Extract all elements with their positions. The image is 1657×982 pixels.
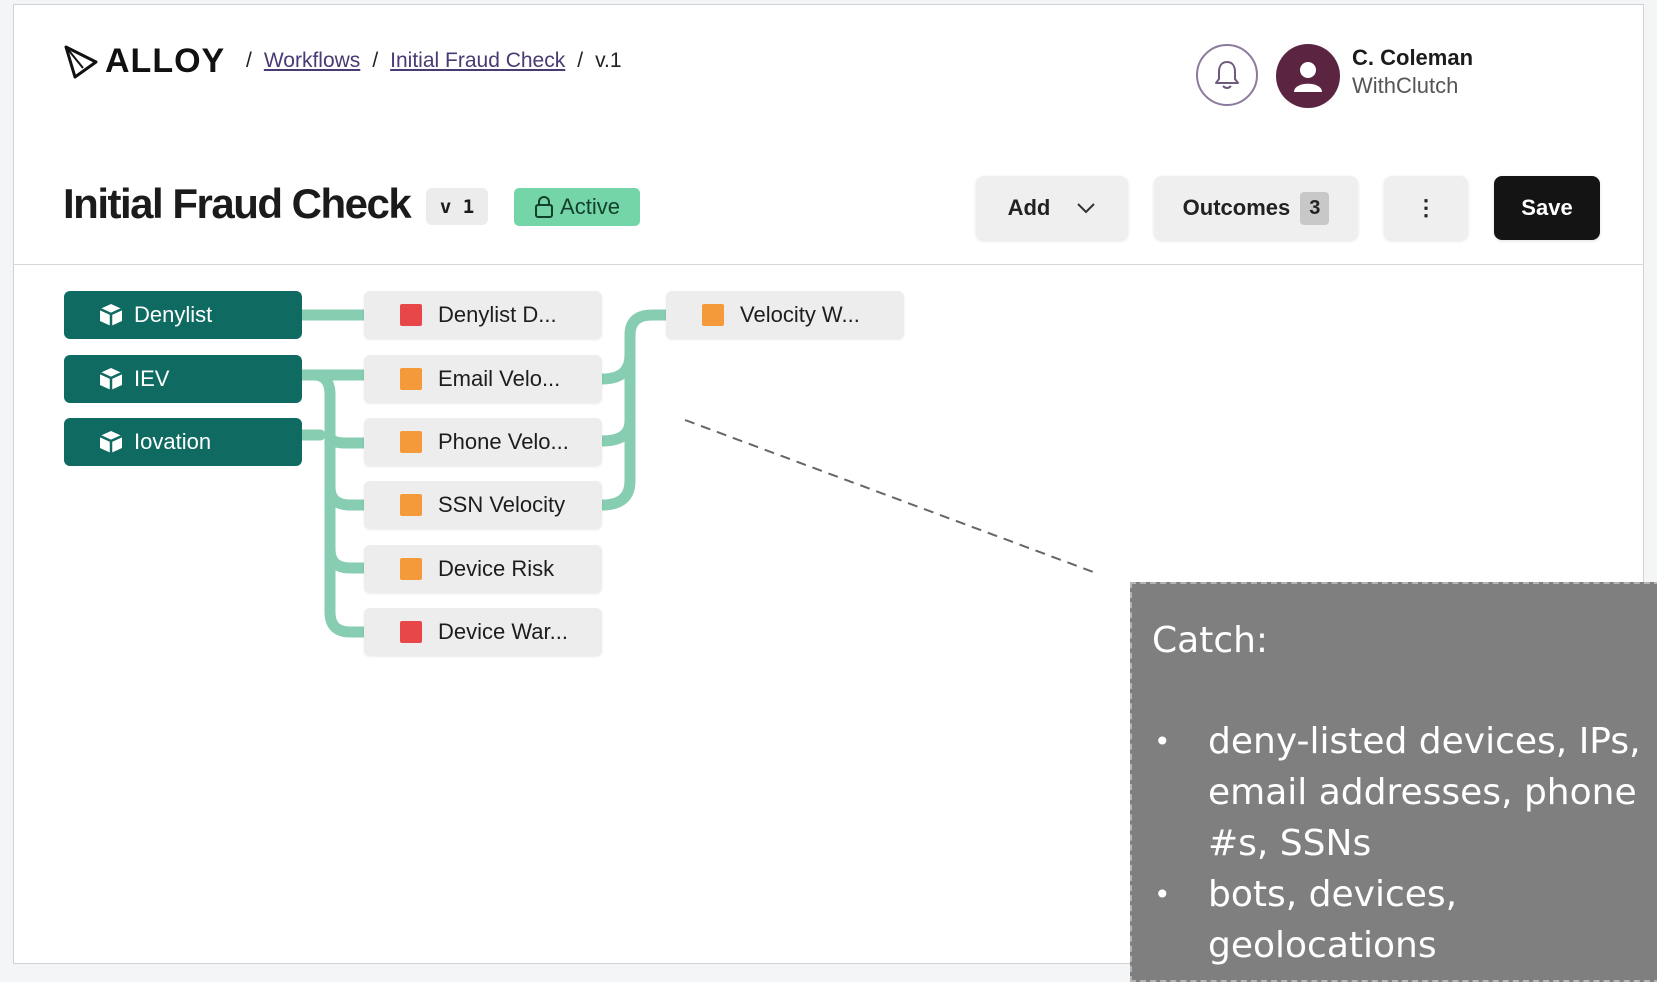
package-icon: [99, 431, 123, 453]
source-node-denylist[interactable]: Denylist: [64, 291, 302, 339]
rule-status-indicator: [702, 304, 724, 326]
source-node-iovation[interactable]: Iovation: [64, 418, 302, 466]
rule-node-label: Device War...: [438, 619, 568, 644]
rule-node-device-risk[interactable]: Device Risk: [364, 545, 602, 593]
rule-status-indicator: [400, 304, 422, 326]
rule-node-phone-velocity[interactable]: Phone Velo...: [364, 418, 602, 466]
callout-list: deny-listed devices, IPs, email addresse…: [1150, 716, 1648, 971]
callout-bullet: bots, devices, geolocations: [1150, 869, 1508, 971]
annotation-callout: Catch: deny-listed devices, IPs, email a…: [1130, 582, 1657, 982]
source-node-iev[interactable]: IEV: [64, 355, 302, 403]
rule-status-indicator: [400, 431, 422, 453]
connector-branch-ssn: [324, 481, 370, 511]
callout-bullet: deny-listed devices, IPs, email addresse…: [1150, 716, 1648, 869]
rule-node-label: Phone Velo...: [438, 429, 569, 454]
rule-status-indicator: [400, 494, 422, 516]
source-node-label: Iovation: [134, 429, 212, 454]
source-node-label: Denylist: [134, 302, 213, 327]
rule-node-label: Email Velo...: [438, 366, 561, 391]
rule-status-indicator: [400, 368, 422, 390]
connector-ssn-merge: [596, 414, 636, 511]
rule-node-device-warning[interactable]: Device War...: [364, 608, 602, 656]
rule-status-indicator: [400, 621, 422, 643]
rule-node-email-velocity[interactable]: Email Velo...: [364, 355, 602, 403]
rule-node-label: Device Risk: [438, 556, 555, 581]
rule-node-label: Denylist D...: [438, 302, 557, 327]
callout-pointer: [684, 419, 1097, 574]
package-icon: [99, 368, 123, 390]
rule-node-velocity-warning[interactable]: Velocity W...: [666, 291, 904, 339]
rule-node-ssn-velocity[interactable]: SSN Velocity: [364, 481, 602, 529]
connector-branch-phone: [324, 429, 370, 449]
connector-branch-device-risk: [324, 543, 370, 574]
callout-heading: Catch:: [1152, 620, 1269, 661]
rule-node-label: SSN Velocity: [438, 492, 566, 517]
package-icon: [99, 304, 123, 326]
rule-node-denylist[interactable]: Denylist D...: [364, 291, 602, 339]
rule-node-label: Velocity W...: [740, 302, 860, 327]
rule-status-indicator: [400, 558, 422, 580]
source-node-label: IEV: [134, 366, 170, 391]
